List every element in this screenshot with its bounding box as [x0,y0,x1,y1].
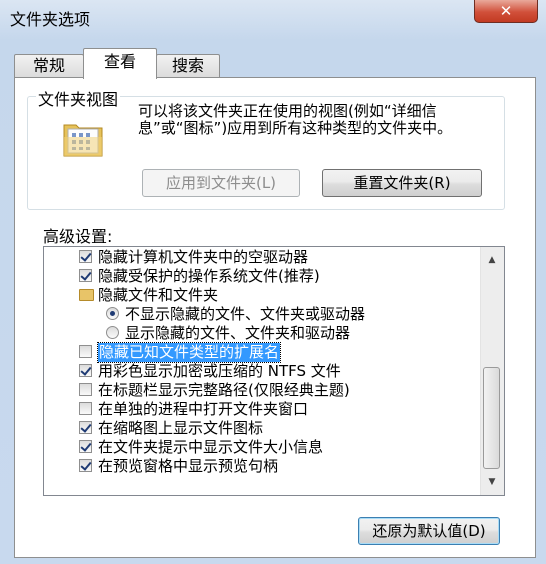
checkbox[interactable] [79,440,92,453]
restore-defaults-button[interactable]: 还原为默认值(D) [358,517,500,545]
list-item[interactable]: 在预览窗格中显示预览句柄 [44,457,480,476]
list-item-label: 隐藏文件和文件夹 [98,286,219,304]
scroll-down-icon[interactable]: ▼ [485,475,499,489]
list-item-label: 隐藏已知文件类型的扩展名 [96,342,282,363]
list-item-label: 在预览窗格中显示预览句柄 [98,457,279,475]
advanced-settings-list[interactable]: 隐藏计算机文件夹中的空驱动器 隐藏受保护的操作系统文件(推荐) 隐藏文件和文件夹 不显… [43,246,505,496]
list-item-label: 用彩色显示加密或压缩的 NTFS 文件 [98,362,341,380]
title-bar[interactable]: 文件夹选项 ✕ [0,0,546,34]
checkbox[interactable] [79,250,92,263]
window-title: 文件夹选项 [10,10,91,29]
folder-views-legend: 文件夹视图 [36,86,121,110]
vertical-scrollbar[interactable]: ▲ ▼ [480,247,504,495]
list-item[interactable]: 隐藏文件和文件夹 [44,286,480,305]
checkbox[interactable] [79,364,92,377]
checkbox[interactable] [79,421,92,434]
folder-views-description: 可以将该文件夹正在使用的视图(例如“详细信息”或“图标”)应用到所有这种类型的文… [138,102,453,137]
checkbox[interactable] [79,345,92,358]
radio-button[interactable] [106,307,119,320]
advanced-settings-label: 高级设置: [43,227,113,246]
list-item-label: 显示隐藏的文件、文件夹和驱动器 [125,324,351,342]
folder-icon [79,289,94,301]
checkbox[interactable] [79,383,92,396]
list-item-label: 在缩略图上显示文件图标 [98,419,264,437]
list-item[interactable]: 隐藏受保护的操作系统文件(推荐) [44,267,480,286]
tab-view[interactable]: 查看 [83,48,157,79]
list-item-label: 隐藏受保护的操作系统文件(推荐) [98,267,320,285]
list-item[interactable]: 在标题栏显示完整路径(仅限经典主题) [44,381,480,400]
list-item[interactable]: 隐藏已知文件类型的扩展名 [44,342,480,363]
list-item[interactable]: 隐藏计算机文件夹中的空驱动器 [44,248,480,267]
radio-button[interactable] [106,326,119,339]
folder-options-window: 文件夹选项 ✕ 常规 查看 搜索 文件夹视图 可以将该文件夹正在使用的视图(例如… [0,0,546,564]
close-button[interactable]: ✕ [474,0,538,23]
reset-folders-button[interactable]: 重置文件夹(R) [322,169,482,197]
list-item[interactable]: 在单独的进程中打开文件夹窗口 [44,400,480,419]
list-item[interactable]: 在缩略图上显示文件图标 [44,419,480,438]
apply-to-folders-button[interactable]: 应用到文件夹(L) [142,169,300,197]
list-item[interactable]: 不显示隐藏的文件、文件夹或驱动器 [44,305,480,324]
tab-search[interactable]: 搜索 [156,54,220,77]
scroll-up-icon[interactable]: ▲ [485,253,499,267]
list-item-label: 在单独的进程中打开文件夹窗口 [98,400,309,418]
list-item[interactable]: 显示隐藏的文件、文件夹和驱动器 [44,324,480,343]
checkbox[interactable] [79,269,92,282]
scrollbar-thumb[interactable] [483,367,500,469]
list-item-label: 在标题栏显示完整路径(仅限经典主题) [98,381,350,399]
folder-view-icon [62,119,106,159]
tab-strip: 常规 查看 搜索 [14,48,534,79]
close-icon: ✕ [499,1,513,20]
folder-views-group: 文件夹视图 可以将该文件夹正在使用的视图(例如“详细信息”或“图标”)应用到所有… [27,86,505,210]
list-item-label: 在文件夹提示中显示文件大小信息 [98,438,324,456]
list-item-label: 不显示隐藏的文件、文件夹或驱动器 [125,305,366,323]
checkbox[interactable] [79,459,92,472]
list-item-label: 隐藏计算机文件夹中的空驱动器 [98,248,309,266]
checkbox[interactable] [79,402,92,415]
list-item[interactable]: 用彩色显示加密或压缩的 NTFS 文件 [44,362,480,381]
list-item[interactable]: 在文件夹提示中显示文件大小信息 [44,438,480,457]
tab-general[interactable]: 常规 [14,54,84,77]
